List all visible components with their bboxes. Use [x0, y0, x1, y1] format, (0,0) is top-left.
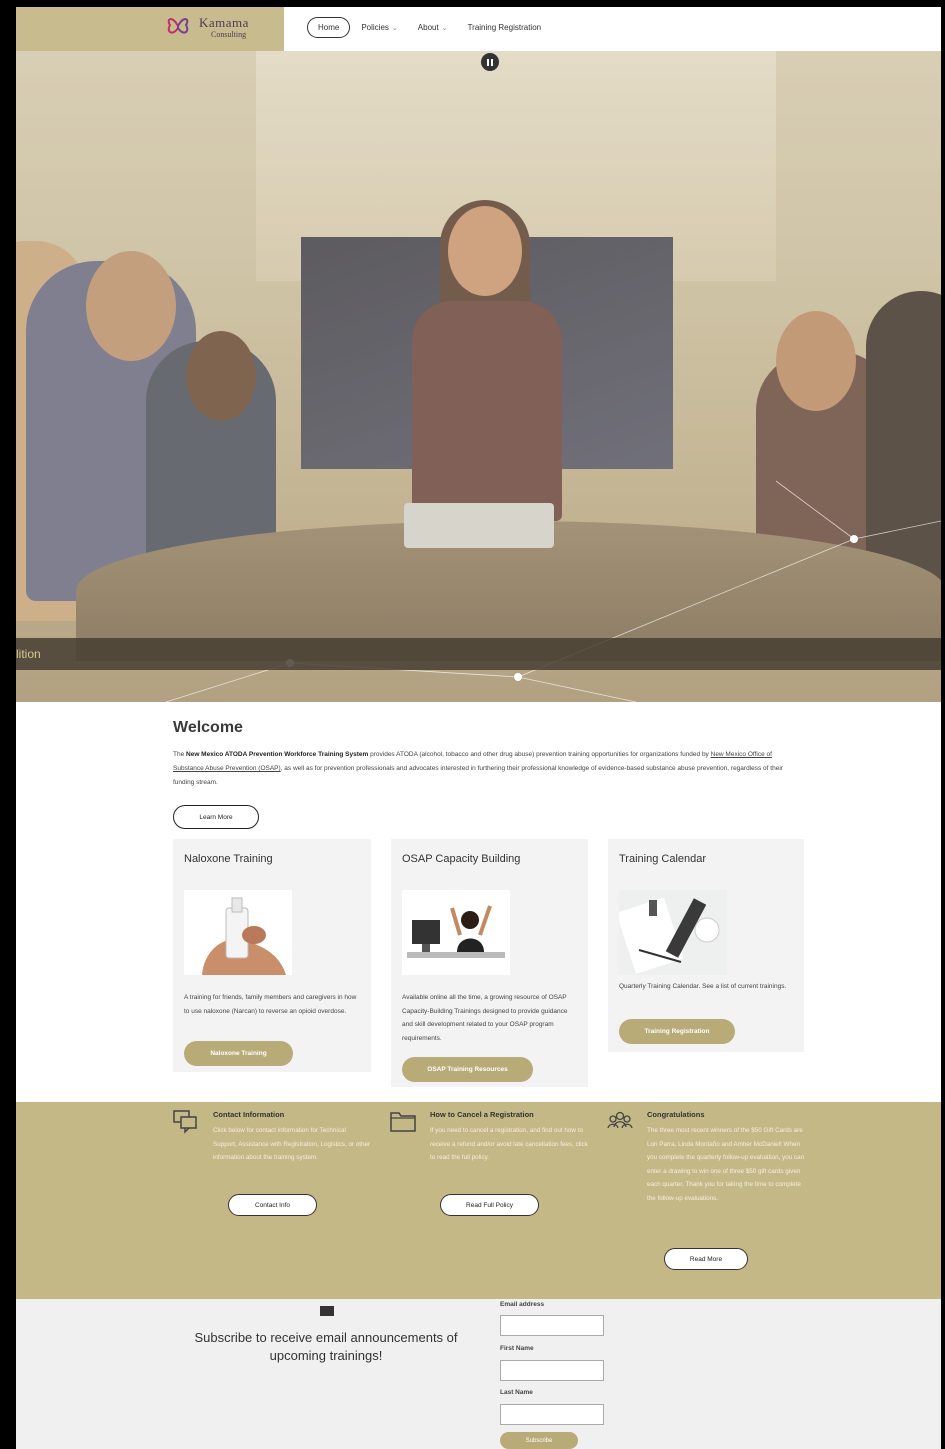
card-title: OSAP Capacity Building	[402, 853, 521, 865]
first-name-label: First Name	[500, 1345, 534, 1352]
training-registration-button[interactable]: Training Registration	[619, 1019, 735, 1044]
info-congratulations: Congratulations The three most recent wi…	[607, 1108, 817, 1293]
subscribe-button[interactable]: Subscribe	[500, 1432, 578, 1449]
nav-about[interactable]: About ⌄	[409, 17, 457, 38]
last-name-field[interactable]	[500, 1404, 604, 1425]
subscribe-text: Subscribe to receive email announcements…	[194, 1330, 458, 1363]
main-nav: Home Policies ⌄ About ⌄ Training Registrat…	[307, 17, 550, 38]
chevron-down-icon: ⌄	[441, 24, 448, 32]
info-contact: Contact Information Click below for cont…	[173, 1108, 383, 1293]
nav-policies-label: Policies	[361, 23, 389, 32]
info-title: Contact Information	[213, 1110, 285, 1119]
card-training-calendar: Training Calendar Quarterly Training Cal…	[608, 839, 804, 1052]
info-text: Click below for contact information for …	[213, 1127, 371, 1161]
read-full-policy-button[interactable]: Read Full Policy	[440, 1194, 539, 1216]
osap-training-resources-button[interactable]: OSAP Training Resources	[402, 1057, 533, 1082]
chevron-down-icon: ⌄	[391, 24, 398, 32]
slider-dot[interactable]	[850, 535, 858, 543]
nav-about-label: About	[417, 23, 439, 32]
hero-slider: lition	[16, 51, 941, 702]
hero-caption-bar: lition	[16, 638, 941, 670]
logo[interactable]: Kamama Consulting	[16, 7, 284, 51]
welcome-title: Welcome	[173, 719, 243, 736]
naloxone-training-button[interactable]: Naloxone Training	[184, 1041, 293, 1066]
nav-policies[interactable]: Policies ⌄	[352, 17, 406, 38]
subscribe-section: Subscribe to receive email announcements…	[16, 1299, 941, 1449]
info-text: If you need to cancel a registration, an…	[430, 1127, 588, 1161]
brand-name: Kamama	[199, 15, 249, 30]
nav-training-registration-label: Training Registration	[467, 23, 542, 32]
naloxone-image	[184, 890, 292, 975]
info-band: Contact Information Click below for cont…	[16, 1102, 941, 1299]
welcome-text: The New Mexico ATODA Prevention Workforc…	[173, 748, 803, 790]
slider-dot[interactable]	[514, 673, 522, 681]
nav-home-label: Home	[318, 23, 340, 32]
learn-more-button[interactable]: Learn More	[173, 805, 259, 829]
pause-icon[interactable]	[481, 53, 499, 71]
email-field[interactable]	[500, 1315, 604, 1336]
nav-training-registration[interactable]: Training Registration	[459, 17, 551, 38]
page: Kamama Consulting Home Policies ⌄ About ⌄ …	[16, 7, 941, 1449]
info-title: Congratulations	[647, 1110, 705, 1119]
brand-subtitle: Consulting	[211, 30, 247, 39]
mail-icon	[320, 1306, 334, 1316]
welcome-text-bold: New Mexico ATODA Prevention Workforce Tr…	[186, 751, 369, 758]
read-more-button[interactable]: Read More	[664, 1248, 748, 1270]
card-title: Naloxone Training	[184, 853, 273, 865]
contact-info-button[interactable]: Contact Info	[228, 1194, 317, 1216]
card-naloxone-training: Naloxone Training A training for friends…	[173, 839, 371, 1072]
email-label: Email address	[500, 1301, 545, 1308]
folder-icon	[390, 1112, 416, 1132]
welcome-text-pre: The	[173, 751, 187, 758]
first-name-field[interactable]	[500, 1360, 604, 1381]
hero-network-lines	[165, 480, 941, 702]
welcome-text-mid: provides ATODA (alcohol, tobacco and oth…	[368, 751, 711, 758]
welcome-section: Welcome The New Mexico ATODA Prevention …	[173, 719, 813, 829]
info-cancel: How to Cancel a Registration If you need…	[390, 1108, 600, 1293]
info-title: How to Cancel a Registration	[430, 1110, 534, 1119]
site-header: Kamama Consulting Home Policies ⌄ About ⌄ …	[16, 7, 941, 51]
card-title: Training Calendar	[619, 853, 707, 865]
calendar-image	[619, 890, 727, 975]
hero-caption: lition	[16, 647, 41, 661]
card-description: Quarterly Training Calendar. See a list …	[619, 983, 787, 990]
card-description: A training for friends, family members a…	[184, 994, 357, 1015]
group-icon	[607, 1111, 633, 1129]
chat-icon	[173, 1110, 197, 1134]
last-name-label: Last Name	[500, 1389, 533, 1396]
osap-image	[402, 890, 510, 975]
butterfly-logo-icon	[167, 18, 189, 34]
info-text: The three most recent winners of the $50…	[647, 1127, 805, 1202]
card-osap-capacity-building: OSAP Capacity Building Available online …	[391, 839, 588, 1087]
card-description: Available online all the time, a growing…	[402, 994, 568, 1042]
nav-home[interactable]: Home	[307, 17, 351, 38]
